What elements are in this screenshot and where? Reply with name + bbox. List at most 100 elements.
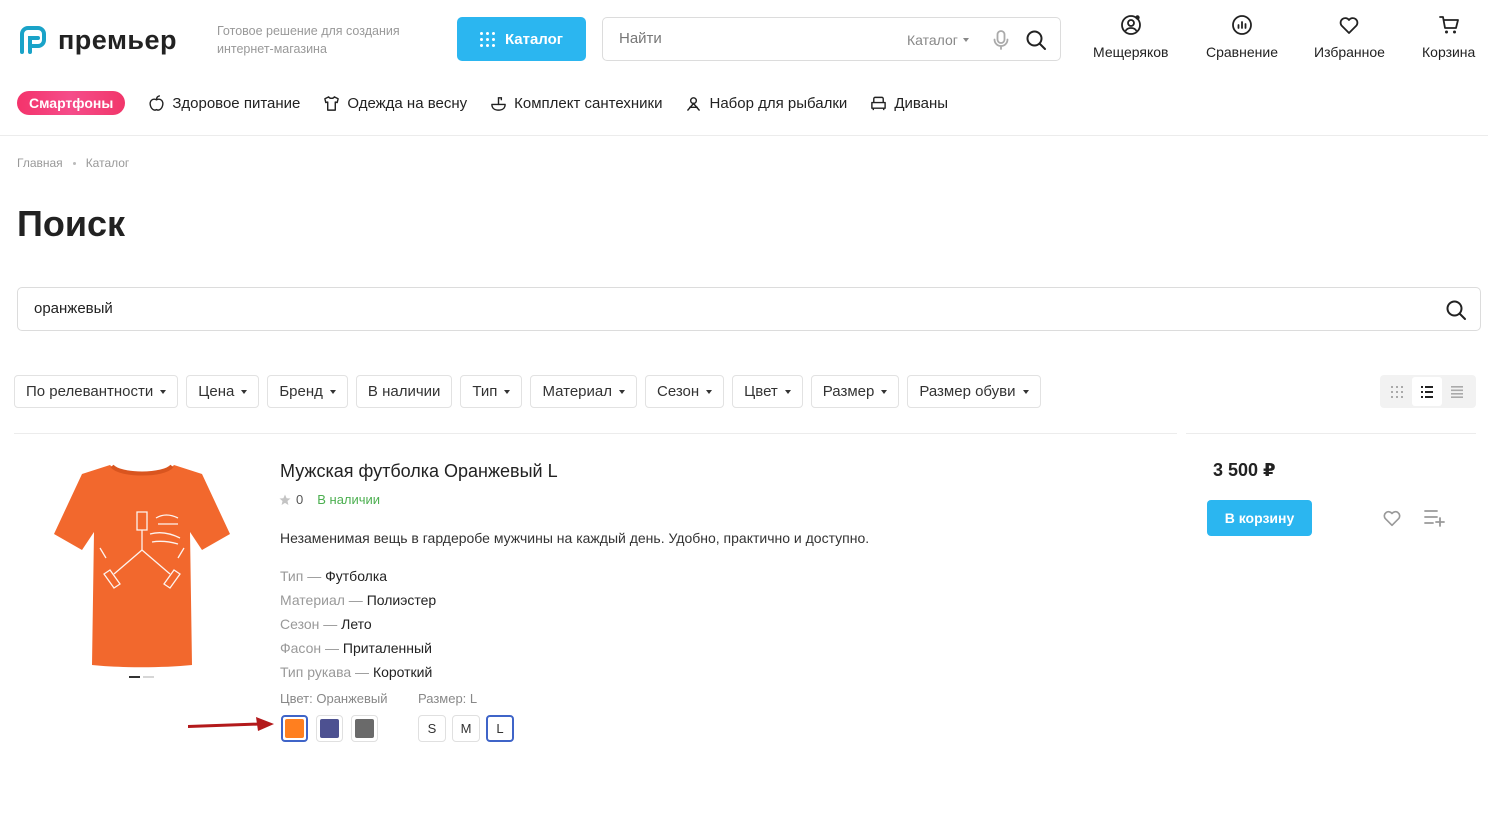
favorites-label: Избранное: [1314, 44, 1385, 60]
property-name: Материал: [280, 592, 345, 608]
filter-type[interactable]: Тип: [460, 375, 523, 408]
favorite-heart-icon[interactable]: [1382, 508, 1402, 528]
color-swatch-orange[interactable]: [281, 715, 308, 742]
filter-color[interactable]: Цвет: [732, 375, 803, 408]
search-input[interactable]: [34, 300, 1334, 317]
site-header: премьер Готовое решение для создания инт…: [0, 0, 1488, 80]
filter-season[interactable]: Сезон: [644, 375, 725, 408]
favorites-link[interactable]: Избранное: [1314, 14, 1385, 60]
header-search-input[interactable]: [619, 30, 879, 47]
cart-link[interactable]: Корзина: [1422, 14, 1475, 60]
filter-sort[interactable]: По релевантности: [14, 375, 179, 408]
swatch-fill: [355, 719, 374, 738]
size-option-m[interactable]: M: [452, 715, 480, 742]
search-scope-label: Каталог: [907, 32, 958, 48]
property-row: Тип — Футболка: [280, 568, 388, 584]
breadcrumb: Главная Каталог: [17, 156, 129, 170]
category-badge-smartphones[interactable]: Смартфоны: [17, 91, 126, 115]
search-icon[interactable]: [1025, 29, 1047, 51]
breadcrumb-catalog[interactable]: Каталог: [86, 156, 130, 170]
category-healthy-food[interactable]: Здоровое питание: [148, 95, 300, 112]
property-value: Короткий: [372, 664, 433, 680]
account-label: Мещеряков: [1093, 44, 1169, 60]
list-divider: [1186, 433, 1476, 434]
color-swatch-gray[interactable]: [351, 715, 378, 742]
apple-icon: [149, 94, 164, 111]
filter-size[interactable]: Размер: [810, 375, 900, 408]
account-link[interactable]: Мещеряков: [1093, 14, 1168, 60]
search-scope-select[interactable]: Каталог: [907, 32, 969, 48]
property-value: Приталенный: [342, 640, 432, 656]
search-icon[interactable]: [1445, 299, 1467, 321]
product-title[interactable]: Мужская футболка Оранжевый L: [280, 461, 558, 482]
chevron-down-icon: [1022, 389, 1029, 394]
breadcrumb-home[interactable]: Главная: [17, 156, 63, 170]
property-name: Тип рукава: [280, 664, 352, 680]
filter-price[interactable]: Цена: [186, 375, 260, 408]
view-tile-button[interactable]: [1382, 377, 1412, 406]
property-value: Лето: [341, 616, 372, 632]
category-label: Здоровое питание: [172, 94, 301, 112]
header-search: Каталог: [602, 17, 1061, 61]
top-categories: Смартфоны Здоровое питание Одежда на вес…: [17, 90, 971, 116]
image-pagination-dot[interactable]: [129, 676, 140, 678]
category-label: Набор для рыбалки: [709, 94, 848, 112]
breadcrumb-separator: [72, 161, 76, 165]
compare-label: Сравнение: [1206, 44, 1278, 60]
page-title: Поиск: [17, 203, 126, 244]
chevron-down-icon: [881, 389, 888, 394]
property-value: Полиэстер: [366, 592, 437, 608]
grid-icon: [479, 31, 495, 47]
filter-label: В наличии: [367, 383, 441, 400]
category-spring-clothes[interactable]: Одежда на весну: [323, 95, 467, 112]
list-view-icon: [1421, 385, 1433, 398]
catalog-button-label: Каталог: [504, 30, 564, 48]
add-to-compare-icon[interactable]: [1424, 508, 1446, 528]
microphone-icon[interactable]: [991, 29, 1011, 51]
category-plumbing[interactable]: Комплект сантехники: [490, 95, 662, 112]
filter-label: Цена: [198, 383, 235, 400]
property-row: Материал — Полиэстер: [280, 592, 437, 608]
stock-status: В наличии: [317, 492, 381, 507]
category-fishing[interactable]: Набор для рыбалки: [685, 95, 847, 112]
filter-brand[interactable]: Бренд: [267, 375, 348, 408]
size-option-l[interactable]: L: [486, 715, 514, 742]
logo-mark-icon: [20, 26, 46, 54]
property-row: Фасон — Приталенный: [280, 640, 432, 656]
compare-chart-icon: [1232, 15, 1252, 35]
property-name: Тип: [280, 568, 304, 584]
filter-label: Цвет: [744, 383, 778, 400]
logo[interactable]: премьер: [16, 24, 177, 56]
add-to-cart-button[interactable]: В корзину: [1207, 500, 1312, 536]
category-sofas[interactable]: Диваны: [870, 95, 948, 112]
filter-material[interactable]: Материал: [530, 375, 637, 408]
tile-view-icon: [1391, 385, 1403, 398]
view-table-button[interactable]: [1442, 377, 1472, 406]
compare-link[interactable]: Сравнение: [1206, 14, 1278, 60]
image-pagination: [129, 676, 154, 678]
filter-label: Бренд: [279, 383, 323, 400]
logo-text: премьер: [58, 24, 178, 55]
color-swatch-blue[interactable]: [316, 715, 343, 742]
property-value: Футболка: [325, 568, 388, 584]
chevron-down-icon: [160, 389, 167, 394]
chevron-down-icon: [784, 389, 791, 394]
size-option-s[interactable]: S: [418, 715, 446, 742]
view-list-button[interactable]: [1412, 377, 1442, 406]
chevron-down-icon: [962, 38, 969, 42]
shirt-icon: [324, 95, 340, 111]
chevron-down-icon: [618, 389, 625, 394]
filter-bar: По релевантности Цена Бренд В наличии Ти…: [14, 375, 1041, 408]
filter-shoe-size[interactable]: Размер обуви: [907, 375, 1041, 408]
property-name: Сезон: [280, 616, 320, 632]
chevron-down-icon: [706, 389, 713, 394]
product-image[interactable]: [52, 462, 232, 668]
filter-label: Размер обуви: [919, 383, 1016, 400]
catalog-button[interactable]: Каталог: [457, 17, 586, 61]
category-label: Диваны: [894, 94, 949, 112]
filter-in-stock[interactable]: В наличии: [355, 375, 453, 408]
star-icon: [279, 494, 291, 505]
image-pagination-dot[interactable]: [143, 676, 154, 678]
filter-label: Тип: [472, 383, 498, 400]
product-rating: 0 В наличии: [279, 492, 380, 507]
